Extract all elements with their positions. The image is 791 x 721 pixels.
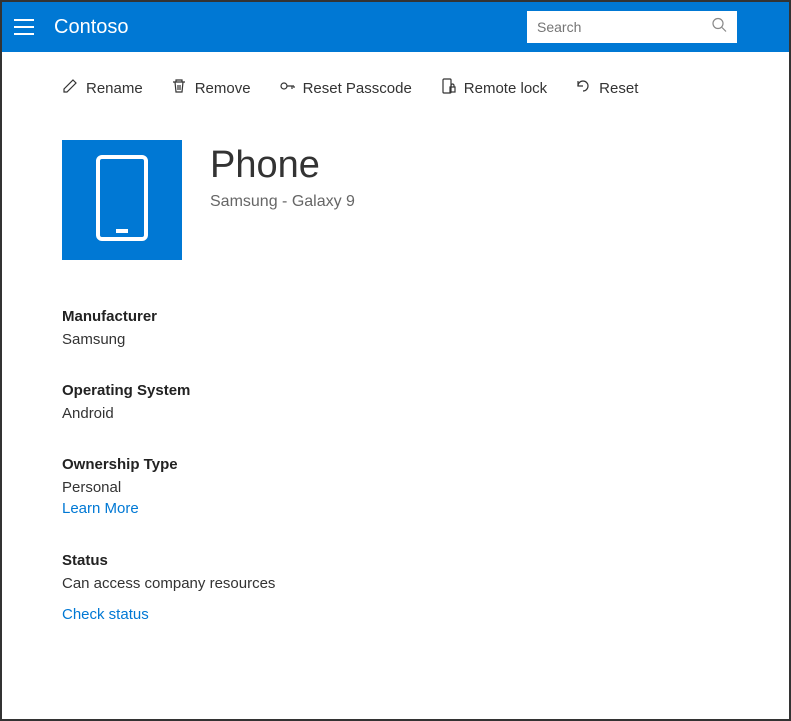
check-status-link[interactable]: Check status [62,606,149,623]
ownership-value: Personal [62,479,789,496]
status-value: Can access company resources [62,575,789,592]
reset-passcode-label: Reset Passcode [303,80,412,97]
action-toolbar: Rename Remove Reset Passcode Remote lock [2,52,789,116]
pencil-icon [62,78,78,98]
device-title-block: Phone Samsung - Galaxy 9 [210,140,355,211]
reset-button[interactable]: Reset [575,78,638,98]
trash-icon [171,78,187,98]
ownership-label: Ownership Type [62,456,789,473]
os-value: Android [62,405,789,422]
remove-button[interactable]: Remove [171,78,251,98]
reset-label: Reset [599,80,638,97]
manufacturer-value: Samsung [62,331,789,348]
device-title: Phone [210,144,355,187]
rename-button[interactable]: Rename [62,78,143,98]
brand-title: Contoso [54,16,129,39]
status-label: Status [62,552,789,569]
remove-label: Remove [195,80,251,97]
os-label: Operating System [62,382,789,399]
device-content: Phone Samsung - Galaxy 9 Manufacturer Sa… [2,116,789,624]
status-block: Status Can access company resources Chec… [62,552,789,624]
remote-lock-button[interactable]: Remote lock [440,78,547,98]
rename-label: Rename [86,80,143,97]
hamburger-menu-icon[interactable] [14,15,38,39]
key-icon [279,78,295,98]
search-container [527,11,737,43]
manufacturer-block: Manufacturer Samsung [62,308,789,348]
phone-icon [94,153,150,248]
phone-lock-icon [440,78,456,98]
manufacturer-label: Manufacturer [62,308,789,325]
ownership-block: Ownership Type Personal Learn More [62,456,789,518]
remote-lock-label: Remote lock [464,80,547,97]
reset-icon [575,78,591,98]
learn-more-link[interactable]: Learn More [62,500,139,517]
reset-passcode-button[interactable]: Reset Passcode [279,78,412,98]
device-subtitle: Samsung - Galaxy 9 [210,193,355,211]
search-input[interactable] [527,11,737,43]
app-header: Contoso [2,2,789,52]
device-tile [62,140,182,260]
device-hero: Phone Samsung - Galaxy 9 [62,140,789,260]
os-block: Operating System Android [62,382,789,422]
